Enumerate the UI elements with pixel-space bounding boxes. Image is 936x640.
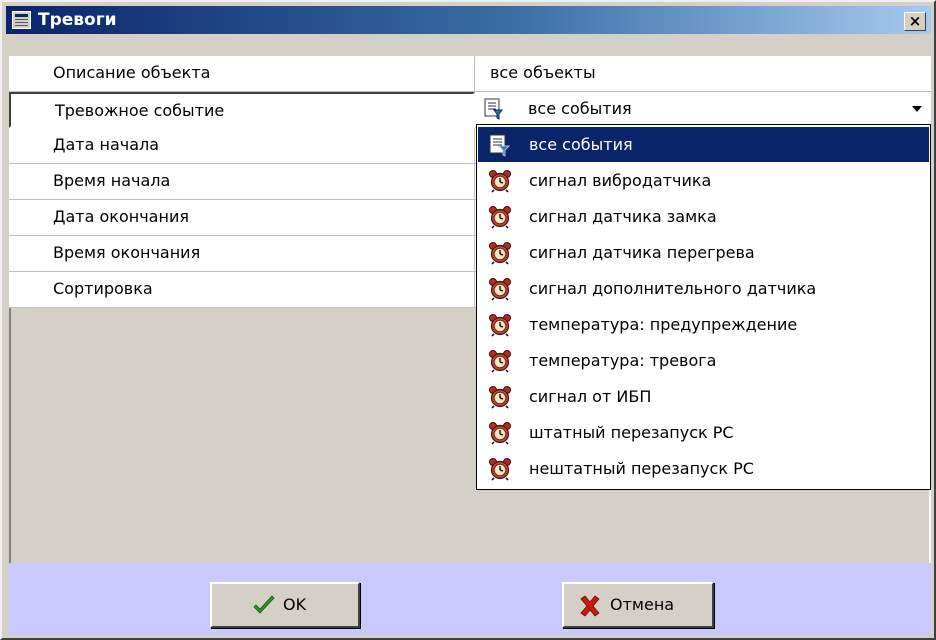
dropdown-item-label: все события	[529, 135, 633, 154]
filter-list-icon	[489, 134, 511, 157]
alarm-clock-icon	[488, 277, 512, 301]
dropdown-item-label: штатный перезапуск РС	[529, 423, 734, 442]
alarm-clock-icon	[488, 169, 512, 193]
dropdown-item-label: сигнал дополнительного датчика	[529, 279, 817, 298]
dropdown-item[interactable]: сигнал от ИБП	[478, 379, 929, 414]
dropdown-item[interactable]: сигнал дополнительного датчика	[478, 271, 929, 306]
row-object-description[interactable]: Описание объекта все объекты	[9, 56, 931, 92]
alarm-clock-icon	[488, 349, 512, 373]
alarm-clock-icon	[488, 241, 512, 265]
close-button[interactable]: ×	[904, 12, 926, 31]
dropdown-item-label: сигнал датчика замка	[529, 207, 717, 226]
dropdown-item[interactable]: сигнал датчика замка	[478, 199, 929, 234]
dropdown-item[interactable]: нештатный перезапуск РС	[478, 451, 929, 486]
object-description-label: Описание объекта	[9, 56, 475, 92]
dropdown-item[interactable]: штатный перезапуск РС	[478, 415, 929, 450]
start-date-label: Дата начала	[9, 128, 475, 164]
sorting-label: Сортировка	[9, 272, 475, 308]
dropdown-item[interactable]: сигнал вибродатчика	[478, 163, 929, 198]
end-time-label: Время окончания	[9, 236, 475, 272]
row-alarm-event[interactable]: Тревожное событие все события	[9, 92, 931, 128]
dropdown-item[interactable]: температура: предупреждение	[478, 307, 929, 342]
dropdown-arrow-icon[interactable]	[907, 98, 927, 120]
event-dropdown-list[interactable]: все события сигнал вибродатчика сигнал д…	[476, 124, 931, 490]
dropdown-item[interactable]: все события	[478, 127, 929, 162]
dropdown-item-label: сигнал датчика перегрева	[529, 243, 755, 262]
dropdown-item-label: нештатный перезапуск РС	[529, 459, 754, 478]
dropdown-item-label: температура: тревога	[529, 351, 717, 370]
dropdown-item-label: сигнал от ИБП	[529, 387, 652, 406]
cancel-x-icon	[580, 595, 600, 617]
alarm-clock-icon	[488, 457, 512, 481]
alarm-event-combo[interactable]: все события	[476, 92, 931, 128]
title-bar[interactable]: Тревоги ×	[6, 6, 931, 34]
button-bar: OK Отмена	[9, 563, 931, 635]
dropdown-item[interactable]: температура: тревога	[478, 343, 929, 378]
cancel-label: Отмена	[610, 595, 675, 614]
alarm-clock-icon	[488, 385, 512, 409]
window-title: Тревоги	[38, 10, 117, 30]
object-description-value[interactable]: все объекты	[476, 56, 931, 92]
cancel-button[interactable]: Отмена	[562, 582, 714, 628]
alarm-event-label: Тревожное событие	[9, 92, 475, 128]
dropdown-item[interactable]: сигнал датчика перегрева	[478, 235, 929, 270]
checkmark-icon	[253, 595, 275, 614]
start-time-label: Время начала	[9, 164, 475, 200]
end-date-label: Дата окончания	[9, 200, 475, 236]
ok-label: OK	[283, 595, 307, 614]
alarm-clock-icon	[488, 313, 512, 337]
dropdown-item-label: температура: предупреждение	[529, 315, 798, 334]
filter-list-icon	[484, 98, 503, 120]
ok-button[interactable]: OK	[210, 582, 360, 628]
dropdown-item-label: сигнал вибродатчика	[529, 171, 712, 190]
alarm-event-value: все события	[528, 99, 632, 118]
alarm-clock-icon	[488, 421, 512, 445]
window-icon	[12, 11, 31, 29]
alarm-clock-icon	[488, 205, 512, 229]
